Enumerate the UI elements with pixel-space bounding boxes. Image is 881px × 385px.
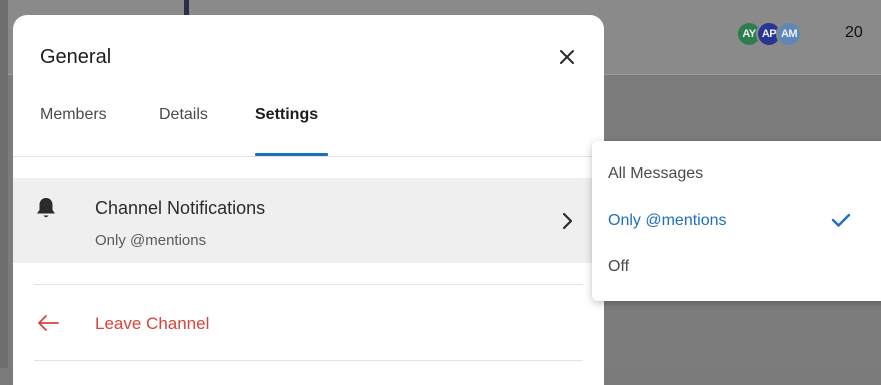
tab-members[interactable]: Members (40, 106, 107, 124)
tab-settings[interactable]: Settings (255, 106, 318, 124)
option-only-mentions[interactable]: Only @mentions (608, 212, 727, 230)
option-all-messages[interactable]: All Messages (608, 165, 703, 183)
close-icon (560, 50, 574, 64)
leave-channel-label: Leave Channel (95, 314, 210, 333)
arrow-left-icon (38, 315, 59, 331)
option-off[interactable]: Off (608, 258, 629, 276)
chevron-right-icon (562, 212, 573, 230)
section-divider (34, 360, 583, 361)
modal-title: General (40, 46, 112, 68)
notifications-title: Channel Notifications (95, 198, 266, 218)
channel-notifications-row[interactable]: Channel Notifications Only @mentions (13, 178, 604, 263)
leave-channel-button[interactable]: Leave Channel (13, 305, 604, 345)
member-count[interactable]: 20 (845, 24, 863, 42)
avatar: AM (776, 21, 802, 47)
section-divider (34, 284, 583, 285)
bell-icon (37, 198, 55, 218)
checkmark-icon (831, 213, 851, 227)
tabs-divider (13, 156, 604, 157)
member-avatars[interactable]: AY AP AM (736, 21, 802, 47)
notification-options-menu: All Messages Only @mentions Off (592, 141, 881, 301)
notifications-value: Only @mentions (95, 232, 207, 249)
close-button[interactable] (553, 43, 581, 71)
tab-details[interactable]: Details (159, 106, 208, 124)
channel-settings-modal: General Members Details Settings Channel… (13, 15, 604, 385)
background-left-strip (0, 0, 8, 368)
